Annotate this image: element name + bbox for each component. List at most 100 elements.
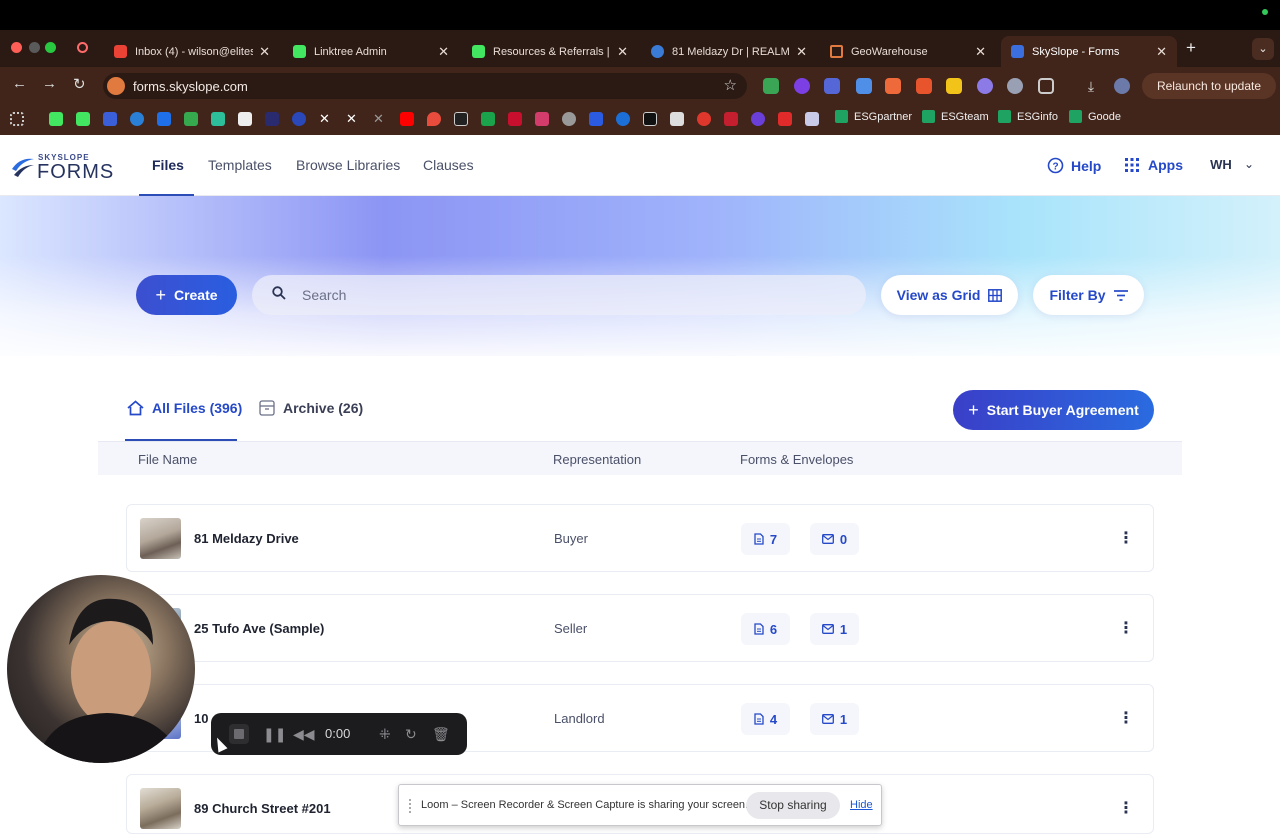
- tab-archive[interactable]: Archive (26): [259, 400, 363, 416]
- bookmark-icon[interactable]: [616, 112, 630, 126]
- bookmark-esginfo[interactable]: ESGinfo: [998, 110, 1058, 123]
- bookmark-icon[interactable]: [481, 112, 495, 126]
- search-input[interactable]: [302, 285, 822, 305]
- puzzle-icon[interactable]: [1038, 78, 1054, 94]
- bookmark-icon[interactable]: [589, 112, 603, 126]
- filter-by-button[interactable]: Filter By: [1033, 275, 1144, 315]
- help-button[interactable]: ? Help: [1047, 157, 1101, 174]
- bookmark-icon[interactable]: [76, 112, 90, 126]
- bookmark-icon[interactable]: [508, 112, 522, 126]
- maximize-window-button[interactable]: [45, 42, 56, 53]
- forms-count-chip[interactable]: 7: [741, 523, 790, 555]
- close-tab-icon[interactable]: ✕: [796, 44, 807, 60]
- bookmark-icon[interactable]: [211, 112, 225, 126]
- extension-icon[interactable]: [916, 78, 932, 94]
- x-icon[interactable]: ✕: [346, 112, 360, 126]
- pause-icon[interactable]: ❚❚: [263, 726, 286, 743]
- download-icon[interactable]: ⤓: [1083, 78, 1099, 94]
- nav-files[interactable]: Files: [152, 157, 184, 173]
- forward-icon[interactable]: →: [42, 75, 57, 92]
- bookmark-esgteam[interactable]: ESGteam: [922, 110, 989, 123]
- column-header-forms-envelopes[interactable]: Forms & Envelopes: [740, 452, 853, 467]
- tab-search-icon[interactable]: ⌄: [1252, 38, 1274, 60]
- envelopes-count-chip[interactable]: 1: [810, 613, 859, 645]
- drag-grip-icon[interactable]: [409, 799, 411, 813]
- extension-icon[interactable]: [885, 78, 901, 94]
- skyslope-logo[interactable]: SKYSLOPE FORMS: [10, 153, 120, 183]
- close-window-button[interactable]: [11, 42, 22, 53]
- bookmark-esgpartner[interactable]: ESGpartner: [835, 110, 912, 123]
- browser-tab-active[interactable]: SkySlope - Forms ✕: [1001, 36, 1177, 67]
- more-options-icon[interactable]: ⋮: [1118, 619, 1134, 639]
- browser-tab[interactable]: Linktree Admin ✕: [283, 36, 459, 67]
- bookmark-goode[interactable]: Goode: [1069, 110, 1121, 123]
- file-name[interactable]: 81 Meldazy Drive: [194, 531, 299, 546]
- trash-icon[interactable]: 🗑: [432, 726, 450, 743]
- column-header-file-name[interactable]: File Name: [138, 452, 197, 467]
- tab-all-files[interactable]: All Files (396): [127, 400, 242, 416]
- bookmark-icon[interactable]: [265, 112, 279, 126]
- browser-tab[interactable]: GeoWarehouse ✕: [820, 36, 996, 67]
- youtube-icon[interactable]: [400, 112, 414, 126]
- search-bar[interactable]: [252, 275, 866, 315]
- url-bar[interactable]: forms.skyslope.com ☆: [103, 73, 747, 99]
- forms-count-chip[interactable]: 4: [741, 703, 790, 735]
- close-tab-icon[interactable]: ✕: [438, 44, 449, 60]
- browser-tab[interactable]: Resources & Referrals | E ✕: [462, 36, 638, 67]
- bookmark-icon[interactable]: [184, 112, 198, 126]
- back-icon[interactable]: ←: [12, 75, 27, 92]
- rewind-icon[interactable]: ◀◀: [293, 726, 315, 743]
- site-info-icon[interactable]: [107, 77, 125, 95]
- bookmark-icon[interactable]: [49, 112, 63, 126]
- apps-grid-icon[interactable]: [10, 112, 24, 126]
- column-header-representation[interactable]: Representation: [553, 452, 641, 467]
- table-row[interactable]: 81 Meldazy Drive Buyer 7 0 ⋮: [126, 504, 1154, 572]
- file-name[interactable]: 89 Church Street #201: [194, 801, 331, 816]
- view-as-grid-button[interactable]: View as Grid: [881, 275, 1018, 315]
- bookmark-icon[interactable]: [103, 112, 117, 126]
- reload-icon[interactable]: ↻: [73, 75, 86, 93]
- extension-icon[interactable]: [824, 78, 840, 94]
- start-buyer-agreement-button[interactable]: + Start Buyer Agreement: [953, 390, 1154, 430]
- bookmark-star-icon[interactable]: ☆: [724, 76, 737, 94]
- stop-sharing-button[interactable]: Stop sharing: [746, 792, 840, 819]
- nav-browse-libraries[interactable]: Browse Libraries: [296, 157, 400, 173]
- new-tab-icon[interactable]: +: [1186, 38, 1196, 58]
- envelopes-count-chip[interactable]: 0: [810, 523, 859, 555]
- extension-icon[interactable]: [946, 78, 962, 94]
- x-icon[interactable]: ✕: [319, 112, 333, 126]
- bookmark-icon[interactable]: [238, 112, 252, 126]
- bookmark-icon[interactable]: [454, 112, 468, 126]
- bookmark-icon[interactable]: [130, 112, 144, 126]
- browser-tab[interactable]: 81 Meldazy Dr | REALM ✕: [641, 36, 817, 67]
- browser-tab[interactable]: Inbox (4) - wilson@elites ✕: [104, 36, 280, 67]
- profile-avatar[interactable]: [1114, 78, 1130, 94]
- nav-templates[interactable]: Templates: [208, 157, 272, 173]
- minimize-window-button[interactable]: [29, 42, 40, 53]
- extension-icon[interactable]: [977, 78, 993, 94]
- bookmark-icon[interactable]: [751, 112, 765, 126]
- bookmark-icon[interactable]: [805, 112, 819, 126]
- bookmark-icon[interactable]: [697, 112, 711, 126]
- create-button[interactable]: + Create: [136, 275, 237, 315]
- apps-button[interactable]: Apps: [1125, 157, 1183, 173]
- file-name[interactable]: 10: [194, 711, 208, 726]
- hide-link[interactable]: Hide: [850, 799, 873, 811]
- close-tab-icon[interactable]: ✕: [617, 44, 628, 60]
- extension-icon[interactable]: [794, 78, 810, 94]
- envelopes-count-chip[interactable]: 1: [810, 703, 859, 735]
- more-options-icon[interactable]: ⋮: [1118, 709, 1134, 729]
- record-icon[interactable]: [77, 42, 88, 53]
- webcam-bubble[interactable]: [7, 575, 195, 763]
- bookmark-icon[interactable]: [670, 112, 684, 126]
- url-text[interactable]: forms.skyslope.com: [133, 79, 248, 94]
- table-row[interactable]: 25 Tufo Ave (Sample) Seller 6 1 ⋮: [126, 594, 1154, 662]
- restart-icon[interactable]: ↻: [405, 726, 417, 743]
- nav-clauses[interactable]: Clauses: [423, 157, 474, 173]
- globe-icon[interactable]: [562, 112, 576, 126]
- extension-icon[interactable]: [856, 78, 872, 94]
- chevron-down-icon[interactable]: ⌄: [1244, 157, 1254, 171]
- more-options-icon[interactable]: ⋮: [1118, 529, 1134, 549]
- user-avatar[interactable]: WH: [1206, 150, 1236, 180]
- more-options-icon[interactable]: ⋮: [1118, 799, 1134, 819]
